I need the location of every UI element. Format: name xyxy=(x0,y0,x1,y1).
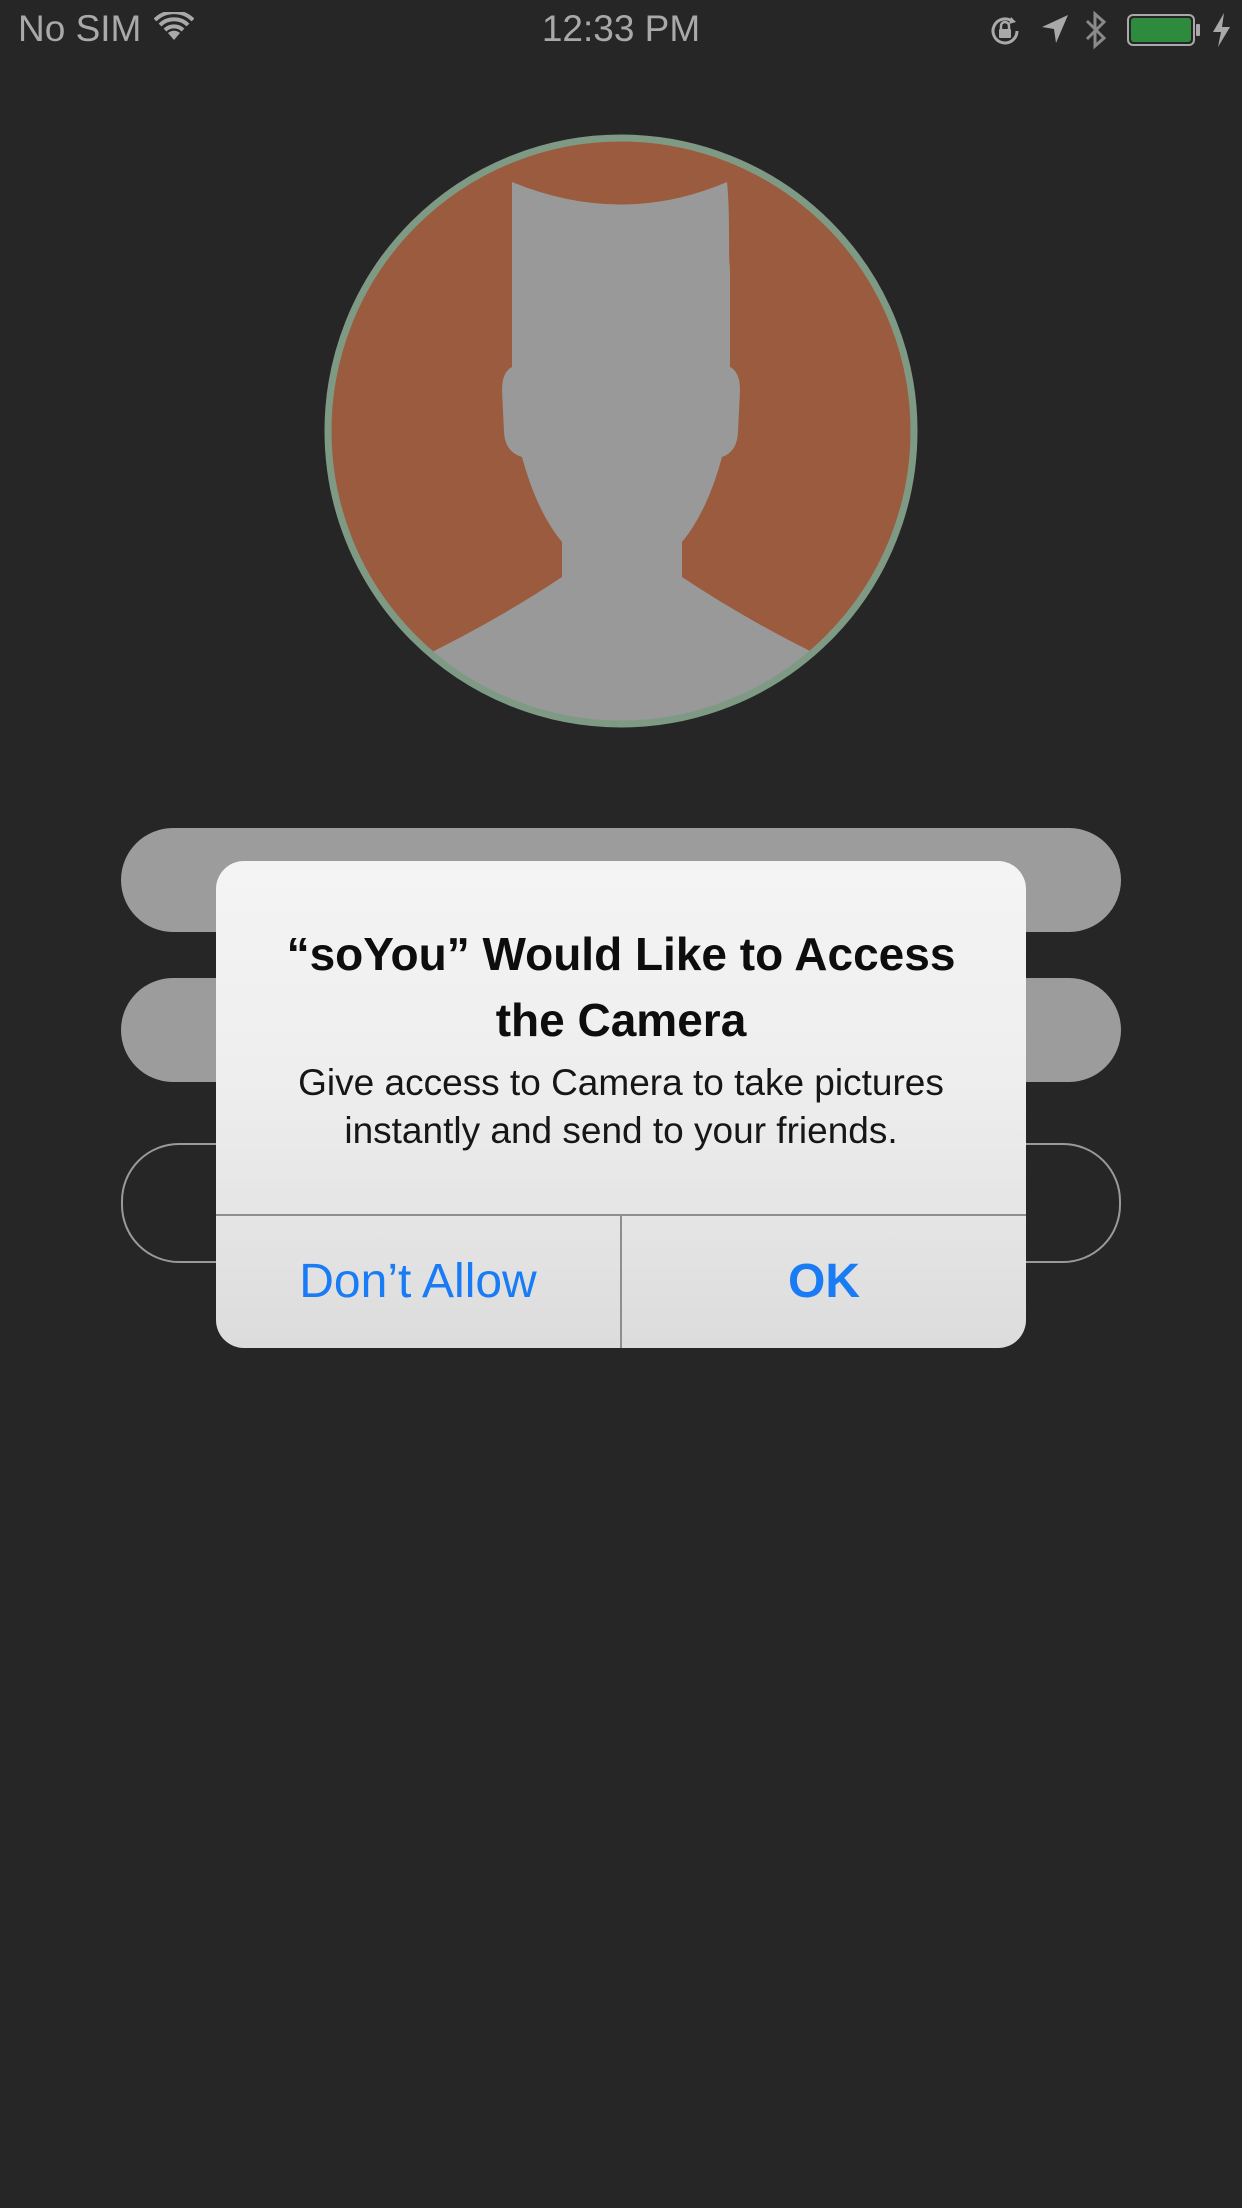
dont-allow-button[interactable]: Don’t Allow xyxy=(216,1216,620,1348)
camera-permission-alert: “soYou” Would Like to Access the Camera … xyxy=(216,861,1026,1348)
status-bar: No SIM 12:33 PM xyxy=(0,0,1242,60)
orientation-lock-icon xyxy=(987,13,1023,54)
location-arrow-icon xyxy=(1040,13,1070,50)
ok-button[interactable]: OK xyxy=(622,1216,1026,1348)
battery-icon xyxy=(1127,14,1201,51)
charging-bolt-icon xyxy=(1210,12,1232,53)
alert-title: “soYou” Would Like to Access the Camera xyxy=(286,928,956,1046)
profile-avatar[interactable] xyxy=(322,132,920,730)
alert-message: Give access to Camera to take pictures i… xyxy=(298,1062,944,1151)
bluetooth-icon xyxy=(1083,10,1109,55)
app-screen: No SIM 12:33 PM “soYou” Would Like to Ac… xyxy=(0,0,1242,2208)
